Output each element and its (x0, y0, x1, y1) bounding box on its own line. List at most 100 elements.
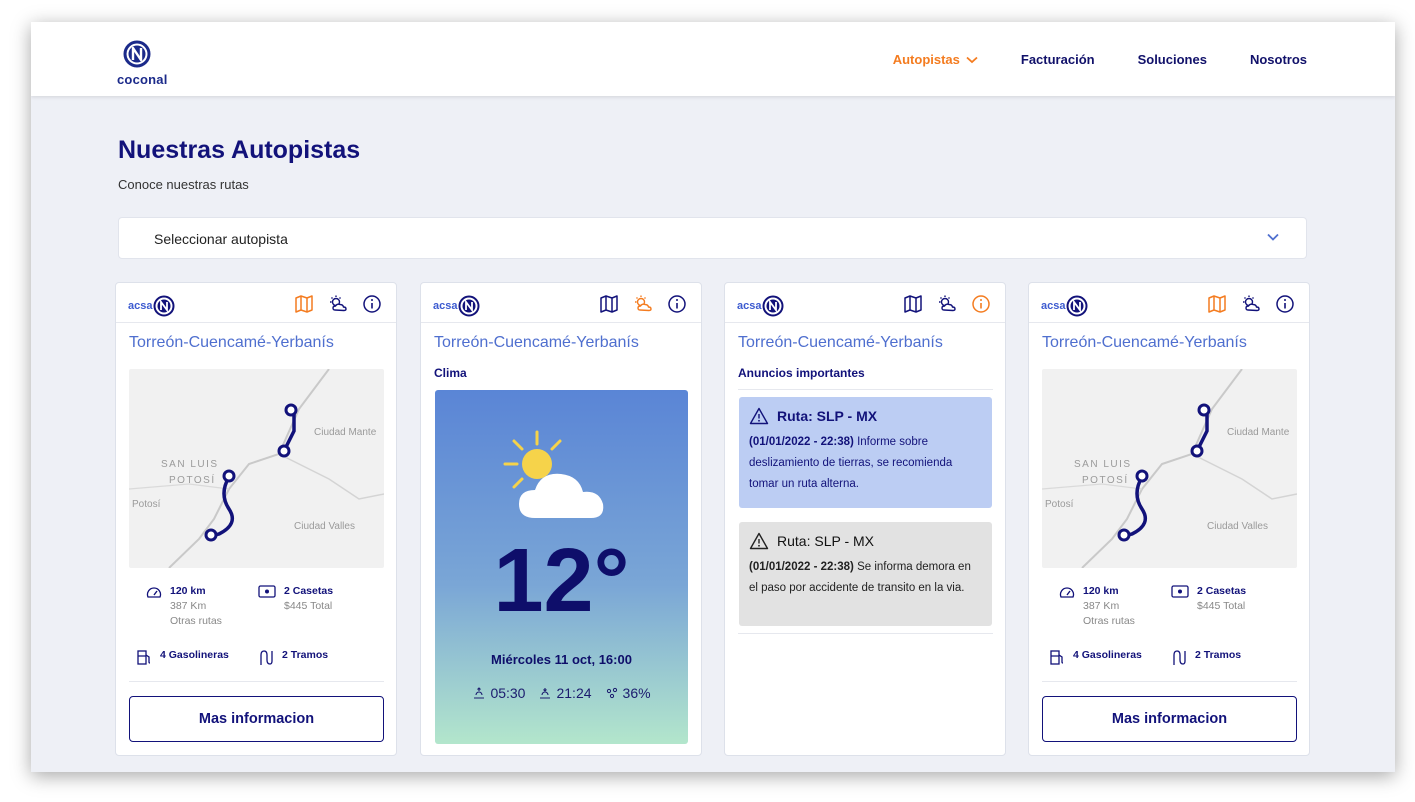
card-tab-icons (599, 294, 687, 314)
warning-icon (749, 532, 769, 550)
weather-icon[interactable] (937, 294, 957, 314)
distance-other-label: Otras rutas (1083, 615, 1135, 627)
booths-stat: 2 Casetas $445 Total (258, 585, 333, 612)
gas-value: 4 Gasolineras (1073, 649, 1142, 661)
divider (738, 389, 993, 390)
announcement-card[interactable]: Ruta: SLP - MX (01/01/2022 - 22:38) Info… (739, 397, 992, 508)
announcement-date: (01/01/2022 - 22:38) (749, 436, 854, 448)
map-label: SAN LUIS (1074, 459, 1132, 470)
divider (129, 681, 384, 682)
sunset-icon (540, 688, 551, 699)
segments-value: 2 Tramos (1195, 649, 1242, 661)
booths-value: 2 Casetas (284, 585, 334, 597)
highway-card-map: acsa Torreón-Cuencamé-Yerbanís SAN LUIS … (115, 282, 397, 756)
acsa-brand: acsa (737, 295, 784, 317)
acsa-logo-icon (762, 295, 784, 317)
acsa-logo-icon (458, 295, 480, 317)
route-title: Torreón-Cuencamé-Yerbanís (1042, 334, 1247, 351)
cash-icon (258, 585, 276, 598)
partly-cloudy-icon (503, 430, 604, 518)
nav-nosotros[interactable]: Nosotros (1250, 52, 1307, 67)
distance-value: 120 km (170, 585, 206, 597)
map-icon[interactable] (903, 294, 923, 314)
card-header: acsa (116, 283, 396, 323)
distance-stat: 120 km 387 Km Otras rutas (146, 585, 222, 627)
highway-select-label: Seleccionar autopista (154, 231, 288, 247)
map-label: Ciudad Valles (1207, 521, 1268, 532)
info-icon[interactable] (1275, 294, 1295, 314)
distance-other: 387 Km (1083, 600, 1120, 612)
distance-stat: 120 km 387 Km Otras rutas (1059, 585, 1135, 627)
sunrise-icon (474, 687, 485, 699)
cash-icon (1171, 585, 1189, 598)
segments-stat: 2 Tramos (258, 649, 328, 666)
nav-soluciones[interactable]: Soluciones (1138, 52, 1207, 67)
page-subtitle: Conoce nuestras rutas (118, 177, 249, 192)
acsa-logo-icon (1066, 295, 1088, 317)
announcement-date: (01/01/2022 - 22:38) (749, 561, 854, 573)
acsa-brand: acsa (128, 295, 175, 317)
gas-stat: 4 Gasolineras (136, 649, 229, 666)
more-info-button[interactable]: Mas informacion (1042, 696, 1297, 742)
booths-total: $445 Total (1197, 600, 1246, 612)
map-label: POTOSÍ (1082, 475, 1129, 486)
map-label: SAN LUIS (161, 459, 219, 470)
gas-stat: 4 Gasolineras (1049, 649, 1142, 666)
map-label: Ciudad Valles (294, 521, 355, 532)
sunset: 21:24 (538, 685, 592, 701)
highway-select[interactable]: Seleccionar autopista (118, 217, 1307, 259)
map-icon[interactable] (599, 294, 619, 314)
card-tab-icons (1207, 294, 1295, 314)
info-icon[interactable] (667, 294, 687, 314)
more-info-button[interactable]: Mas informacion (129, 696, 384, 742)
segments-value: 2 Tramos (282, 649, 329, 661)
nav-autopistas[interactable]: Autopistas (893, 52, 978, 67)
weather-icon[interactable] (633, 294, 653, 314)
speedometer-icon (1059, 587, 1075, 598)
highway-card-announcements: acsa Torreón-Cuencamé-Yerbanís Anuncios … (724, 282, 1006, 756)
section-label-anuncios: Anuncios importantes (738, 366, 865, 380)
warning-icon (749, 407, 769, 425)
announcement-route: Ruta: SLP - MX (777, 533, 875, 549)
main-nav: Autopistas Facturación Soluciones Nosotr… (893, 52, 1307, 67)
route-map[interactable]: SAN LUIS POTOSÍ Ciudad Mante Potosí Ciud… (129, 369, 384, 568)
logo-text[interactable]: coconal (117, 72, 168, 87)
weather-date: Miércoles 11 oct, 16:00 (491, 652, 632, 667)
top-navbar: coconal Autopistas Facturación Solucione… (31, 22, 1395, 96)
distance-other: 387 Km (170, 600, 207, 612)
divider (738, 633, 993, 634)
humidity-value: 36% (622, 685, 651, 701)
weather-panel: 12° Miércoles 11 oct, 16:00 05:30 21:24 … (435, 390, 688, 744)
gas-station-icon (137, 650, 151, 665)
announcement-card[interactable]: Ruta: SLP - MX (01/01/2022 - 22:38) Se i… (739, 522, 992, 626)
announcement-route: Ruta: SLP - MX (777, 408, 878, 424)
map-label: Potosí (1045, 499, 1074, 510)
gas-value: 4 Gasolineras (160, 649, 229, 661)
map-icon[interactable] (294, 294, 314, 314)
chevron-down-icon (966, 56, 978, 63)
card-header: acsa (1029, 283, 1309, 323)
map-label: POTOSÍ (169, 475, 216, 486)
weather-icon[interactable] (328, 294, 348, 314)
card-header: acsa (725, 283, 1005, 323)
map-label: Ciudad Mante (1227, 427, 1290, 438)
weather-icon[interactable] (1241, 294, 1261, 314)
highway-card-map: acsa Torreón-Cuencamé-Yerbanís SAN LUIS … (1028, 282, 1310, 756)
card-header: acsa (421, 283, 701, 323)
gas-station-icon (1050, 650, 1064, 665)
route-title: Torreón-Cuencamé-Yerbanís (129, 334, 334, 351)
info-icon[interactable] (971, 294, 991, 314)
speedometer-icon (146, 587, 162, 598)
map-icon[interactable] (1207, 294, 1227, 314)
info-icon[interactable] (362, 294, 382, 314)
announcement-body: (01/01/2022 - 22:38) Se informa demora e… (749, 557, 982, 599)
nav-facturacion[interactable]: Facturación (1021, 52, 1095, 67)
sunset-time: 21:24 (556, 685, 592, 701)
announcement-title: Ruta: SLP - MX (749, 532, 982, 550)
sunrise-time: 05:30 (490, 685, 526, 701)
booths-stat: 2 Casetas $445 Total (1171, 585, 1246, 612)
card-tab-icons (903, 294, 991, 314)
map-label: Ciudad Mante (314, 427, 377, 438)
route-map[interactable]: SAN LUIS POTOSÍ Ciudad Mante Potosí Ciud… (1042, 369, 1297, 568)
announcement-body: (01/01/2022 - 22:38) Informe sobre desli… (749, 432, 982, 495)
